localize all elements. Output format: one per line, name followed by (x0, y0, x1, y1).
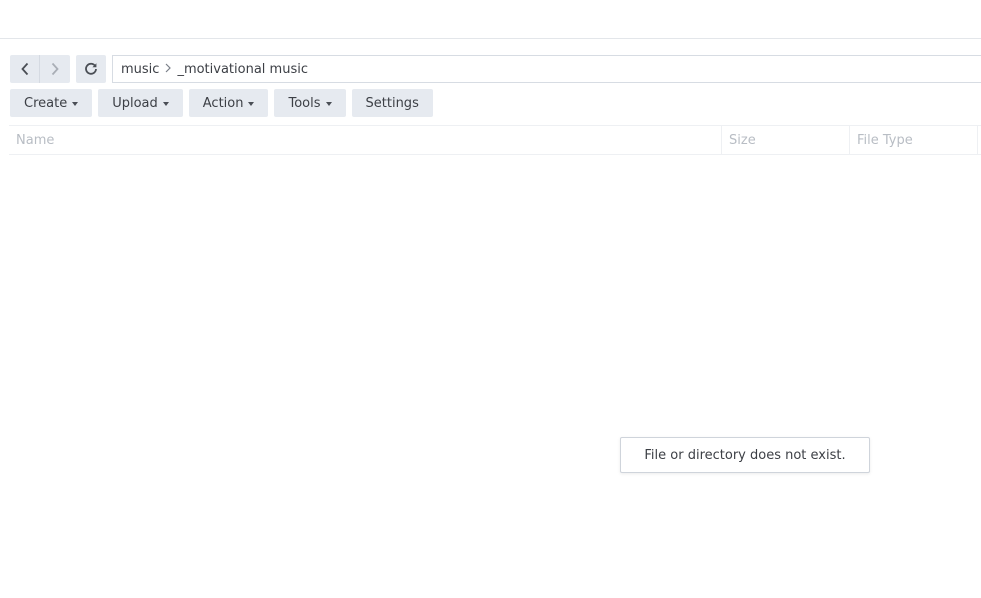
chevron-right-icon (51, 62, 59, 76)
column-header-size[interactable]: Size (722, 126, 850, 154)
refresh-button[interactable] (76, 55, 106, 83)
toast-message: File or directory does not exist. (644, 447, 846, 463)
caret-down-icon (162, 101, 169, 106)
create-button[interactable]: Create (10, 89, 93, 117)
column-header-name[interactable]: Name (9, 126, 722, 154)
column-name-label: Name (16, 132, 55, 148)
chevron-left-icon (20, 62, 28, 76)
tools-label: Tools (288, 95, 321, 111)
forward-button[interactable] (40, 55, 70, 83)
chevron-right-icon (165, 62, 172, 76)
settings-label: Settings (365, 95, 419, 111)
action-button[interactable]: Action (188, 89, 269, 117)
column-header-file-type[interactable]: File Type (850, 126, 978, 154)
tools-button[interactable]: Tools (274, 89, 346, 117)
create-label: Create (24, 95, 68, 111)
back-button[interactable] (10, 55, 40, 83)
refresh-icon (85, 62, 97, 75)
settings-button[interactable]: Settings (351, 89, 433, 117)
breadcrumb-item[interactable]: music (121, 62, 159, 77)
caret-down-icon (72, 101, 79, 106)
caret-down-icon (325, 101, 332, 106)
file-list-header: Name Size File Type (9, 125, 981, 155)
top-bar (0, 0, 981, 39)
upload-label: Upload (112, 95, 158, 111)
column-file-type-label: File Type (857, 132, 913, 148)
action-label: Action (202, 95, 244, 111)
toolbar: Create Upload Action Tools Settings (10, 89, 433, 117)
path-breadcrumb[interactable]: music _motivational music (112, 55, 981, 83)
upload-button[interactable]: Upload (98, 89, 183, 117)
error-toast: File or directory does not exist. (620, 437, 870, 473)
column-size-label: Size (729, 132, 756, 148)
breadcrumb-item[interactable]: _motivational music (177, 62, 308, 77)
navigation-row: music _motivational music (10, 55, 981, 83)
caret-down-icon (248, 101, 255, 106)
